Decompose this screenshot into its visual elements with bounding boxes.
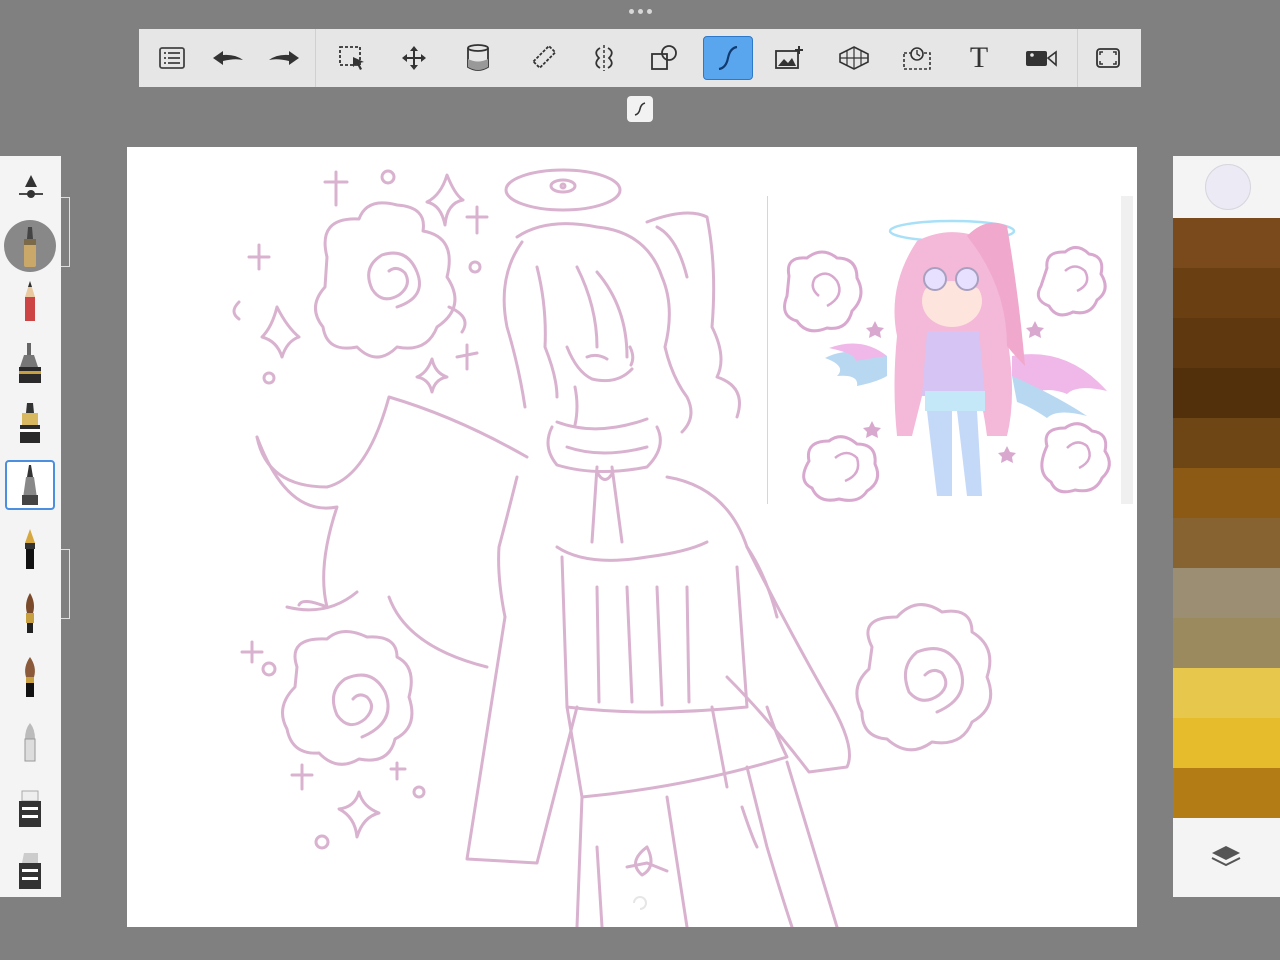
color-swatch[interactable]: [1173, 518, 1280, 568]
drawing-canvas[interactable]: [127, 147, 1137, 927]
selection-icon[interactable]: [327, 36, 377, 80]
main-toolbar: T: [139, 29, 1141, 87]
perspective-icon[interactable]: [829, 36, 879, 80]
reference-image[interactable]: [766, 196, 1135, 506]
color-swatch[interactable]: [1173, 618, 1280, 668]
color-swatch[interactable]: [1173, 368, 1280, 418]
stroke-icon: [634, 102, 646, 116]
add-image-icon[interactable]: [764, 36, 814, 80]
text-tool-label: T: [969, 41, 989, 74]
eraser-icon[interactable]: [5, 784, 55, 834]
color-swatch[interactable]: [1173, 718, 1280, 768]
ruler-icon[interactable]: [519, 36, 569, 80]
color-puck[interactable]: [1205, 164, 1251, 210]
ink-brush-icon[interactable]: [5, 652, 55, 702]
color-swatch[interactable]: [1173, 418, 1280, 468]
undo-icon[interactable]: [203, 36, 253, 80]
stroke-icon[interactable]: [703, 36, 753, 80]
reference-character-image: [766, 196, 1133, 504]
symmetry-icon[interactable]: [579, 36, 629, 80]
color-swatch[interactable]: [1173, 768, 1280, 818]
transform-icon[interactable]: [389, 36, 439, 80]
fullscreen-icon[interactable]: [1083, 36, 1133, 80]
brush-palette: [0, 156, 61, 897]
time-lapse-icon[interactable]: [892, 36, 942, 80]
color-swatch[interactable]: [1173, 218, 1280, 268]
text-icon[interactable]: T: [954, 36, 1004, 80]
color-palette: [1173, 156, 1280, 897]
rotate-handle-icon[interactable]: [630, 893, 650, 913]
airbrush-icon[interactable]: [5, 222, 55, 272]
felt-pen-icon[interactable]: [5, 398, 55, 448]
technical-pen-icon[interactable]: [5, 338, 55, 388]
brush-settings-icon[interactable]: [11, 168, 51, 208]
color-swatch[interactable]: [1173, 468, 1280, 518]
color-swatch[interactable]: [1173, 568, 1280, 618]
redo-icon[interactable]: [259, 36, 309, 80]
more-options-handle[interactable]: [626, 6, 654, 16]
fountain-pen-icon[interactable]: [5, 524, 55, 574]
color-swatch[interactable]: [1173, 268, 1280, 318]
brush-size-slider[interactable]: [61, 197, 70, 267]
video-icon[interactable]: [1016, 36, 1066, 80]
marker-icon[interactable]: [5, 846, 55, 896]
layers-icon: [1211, 846, 1241, 867]
shapes-icon[interactable]: [640, 36, 690, 80]
brush-opacity-slider[interactable]: [61, 549, 70, 619]
stroke-options-button[interactable]: [627, 96, 653, 122]
paint-brush-icon[interactable]: [5, 460, 55, 510]
color-swatch[interactable]: [1173, 318, 1280, 368]
pencil-icon[interactable]: [5, 276, 55, 326]
list-icon[interactable]: [147, 36, 197, 80]
color-swatch[interactable]: [1173, 668, 1280, 718]
fill-bucket-icon[interactable]: [453, 36, 503, 80]
watercolor-brush-icon[interactable]: [5, 588, 55, 638]
layers-button[interactable]: [1207, 842, 1245, 872]
blender-icon[interactable]: [5, 718, 55, 768]
